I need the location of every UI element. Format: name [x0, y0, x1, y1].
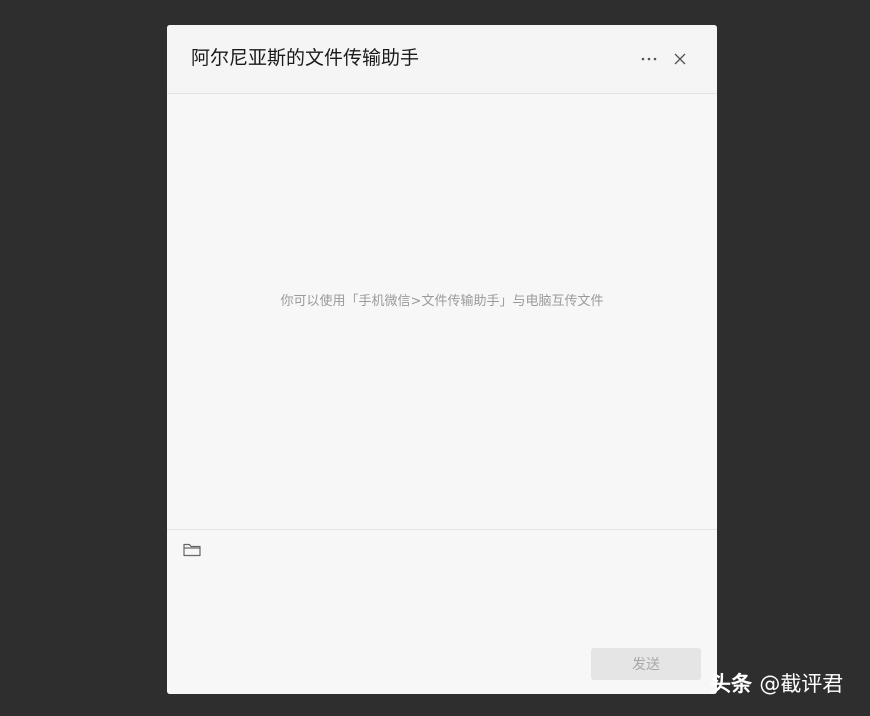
- send-button[interactable]: 发送: [591, 648, 701, 680]
- chat-header: 阿尔尼亚斯的文件传输助手: [167, 25, 717, 94]
- watermark-brand: 头条: [710, 672, 752, 696]
- chat-title: 阿尔尼亚斯的文件传输助手: [191, 47, 420, 69]
- send-file-button[interactable]: [181, 539, 203, 559]
- empty-hint-text: 你可以使用「手机微信>文件传输助手」与电脑互传文件: [280, 294, 604, 309]
- message-input[interactable]: [183, 566, 705, 644]
- close-icon: [674, 53, 686, 65]
- chat-window: 阿尔尼亚斯的文件传输助手 你可以使用「手机微信>文件传输助手」与电脑互传文件 发…: [167, 25, 717, 694]
- composer: 发送: [167, 529, 717, 694]
- more-options-button[interactable]: [633, 47, 665, 71]
- message-area: 你可以使用「手机微信>文件传输助手」与电脑互传文件: [167, 94, 717, 529]
- more-horizontal-icon: [641, 57, 657, 61]
- watermark-handle: @截评君: [759, 672, 844, 696]
- watermark: 头条 @截评君: [710, 669, 843, 699]
- close-button[interactable]: [667, 47, 693, 71]
- folder-icon: [183, 543, 201, 556]
